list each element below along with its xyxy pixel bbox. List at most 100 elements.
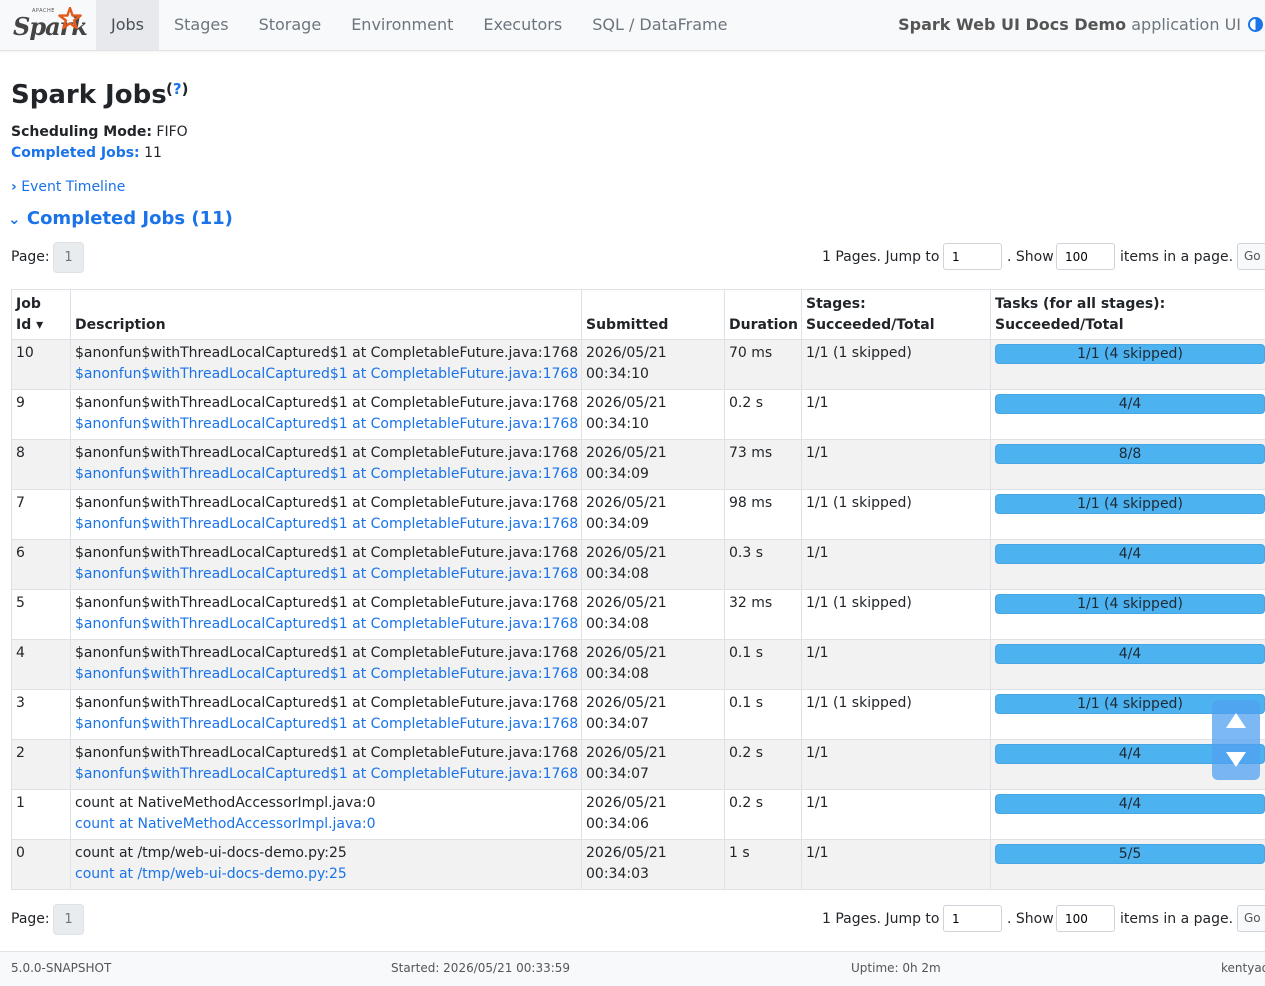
spark-logo[interactable]: APACHE Spark [12, 6, 84, 44]
completed-jobs-link[interactable]: Completed Jobs: [11, 145, 140, 161]
app-suffix: application UI [1126, 15, 1241, 34]
task-progress-bar: 4/4 [995, 394, 1265, 414]
submitted-date: 2026/05/21 [586, 643, 720, 664]
page-size-input[interactable] [1056, 905, 1115, 932]
submitted-cell: 2026/05/2100:34:08 [582, 590, 725, 640]
page-size-input[interactable] [1056, 243, 1115, 270]
event-timeline-toggle[interactable]: › Event Timeline [11, 179, 125, 195]
job-detail-link[interactable]: $anonfun$withThreadLocalCaptured$1 at Co… [75, 566, 578, 582]
column-header-duration[interactable]: Duration [725, 290, 802, 340]
job-detail-link[interactable]: count at NativeMethodAccessorImpl.java:0 [75, 816, 376, 832]
stages-cell: 1/1 [802, 790, 991, 840]
items-in-page-label: items in a page. [1120, 249, 1233, 265]
tasks-cell: 1/1 (4 skipped) [991, 340, 1265, 390]
arrow-down-icon [1226, 752, 1246, 767]
tab-sql-dataframe[interactable]: SQL / DataFrame [577, 0, 742, 50]
stages-cell: 1/1 [802, 640, 991, 690]
tasks-cell: 4/4 [991, 540, 1265, 590]
task-progress-bar: 5/5 [995, 844, 1265, 864]
job-description: count at NativeMethodAccessorImpl.java:0 [75, 793, 577, 814]
jump-to-page-input[interactable] [943, 243, 1002, 270]
tasks-cell: 1/1 (4 skipped) [991, 490, 1265, 540]
completed-jobs-section-toggle[interactable]: ⌄ Completed Jobs (11) [8, 208, 233, 229]
column-header-stages[interactable]: Stages:Succeeded/Total [802, 290, 991, 340]
description-cell: $anonfun$withThreadLocalCaptured$1 at Co… [71, 690, 582, 740]
submitted-time: 00:34:09 [586, 464, 720, 485]
submitted-date: 2026/05/21 [586, 443, 720, 464]
task-progress-bar: 4/4 [995, 794, 1265, 814]
scheduling-mode-label: Scheduling Mode: [11, 124, 152, 140]
job-detail-link[interactable]: count at /tmp/web-ui-docs-demo.py:25 [75, 866, 347, 882]
submitted-date: 2026/05/21 [586, 793, 720, 814]
help-tooltip[interactable]: (?) [166, 80, 188, 98]
items-in-page-label: items in a page. [1120, 911, 1233, 927]
job-detail-link[interactable]: $anonfun$withThreadLocalCaptured$1 at Co… [75, 766, 578, 782]
task-progress-bar: 1/1 (4 skipped) [995, 344, 1265, 364]
chevron-down-icon: ⌄ [8, 210, 21, 228]
tasks-cell: 4/4 [991, 790, 1265, 840]
submitted-cell: 2026/05/2100:34:07 [582, 740, 725, 790]
job-detail-link[interactable]: $anonfun$withThreadLocalCaptured$1 at Co… [75, 716, 578, 732]
submitted-time: 00:34:10 [586, 414, 720, 435]
column-header-job-id[interactable]: JobId ▾ [12, 290, 71, 340]
submitted-time: 00:34:08 [586, 564, 720, 585]
submitted-cell: 2026/05/2100:34:09 [582, 440, 725, 490]
job-description: $anonfun$withThreadLocalCaptured$1 at Co… [75, 443, 577, 464]
scheduling-mode-value: FIFO [156, 124, 187, 140]
scroll-down-button[interactable] [1212, 740, 1260, 780]
footer-uptime: Uptime: 0h 2m [851, 961, 941, 975]
job-id-cell: 5 [12, 590, 71, 640]
tab-storage[interactable]: Storage [244, 0, 337, 50]
column-header-description[interactable]: Description [71, 290, 582, 340]
go-button[interactable]: Go [1237, 243, 1265, 270]
tasks-cell: 8/8 [991, 440, 1265, 490]
theme-toggle-icon[interactable] [1248, 17, 1263, 32]
help-link[interactable]: ? [173, 80, 182, 98]
submitted-time: 00:34:08 [586, 664, 720, 685]
tab-executors[interactable]: Executors [468, 0, 577, 50]
column-header-tasks[interactable]: Tasks (for all stages):Succeeded/Total [991, 290, 1265, 340]
description-cell: $anonfun$withThreadLocalCaptured$1 at Co… [71, 390, 582, 440]
job-detail-link[interactable]: $anonfun$withThreadLocalCaptured$1 at Co… [75, 466, 578, 482]
job-detail-link[interactable]: $anonfun$withThreadLocalCaptured$1 at Co… [75, 616, 578, 632]
stages-cell: 1/1 (1 skipped) [802, 340, 991, 390]
table-row: 4$anonfun$withThreadLocalCaptured$1 at C… [12, 640, 1265, 690]
tasks-cell: 4/4 [991, 640, 1265, 690]
duration-cell: 0.2 s [725, 740, 802, 790]
show-label: . Show [1007, 249, 1054, 265]
completed-jobs-section-title[interactable]: Completed Jobs (11) [27, 208, 233, 229]
completed-jobs-summary[interactable]: Completed Jobs: 11 [11, 143, 188, 164]
navbar: APACHE Spark Jobs Stages Storage Environ… [0, 0, 1265, 51]
column-header-submitted[interactable]: Submitted [582, 290, 725, 340]
job-detail-link[interactable]: $anonfun$withThreadLocalCaptured$1 at Co… [75, 416, 578, 432]
tasks-cell: 5/5 [991, 840, 1265, 890]
spark-star-icon [58, 7, 82, 31]
duration-cell: 0.2 s [725, 390, 802, 440]
table-row: 3$anonfun$withThreadLocalCaptured$1 at C… [12, 690, 1265, 740]
job-id-cell: 9 [12, 390, 71, 440]
event-timeline-label[interactable]: Event Timeline [21, 179, 125, 195]
page-number-button[interactable]: 1 [53, 242, 84, 273]
page-number-button[interactable]: 1 [53, 904, 84, 935]
job-detail-link[interactable]: $anonfun$withThreadLocalCaptured$1 at Co… [75, 366, 578, 382]
task-progress-bar: 4/4 [995, 644, 1265, 664]
tab-jobs[interactable]: Jobs [96, 0, 159, 50]
submitted-time: 00:34:10 [586, 364, 720, 385]
scroll-up-button[interactable] [1212, 700, 1260, 740]
tab-stages[interactable]: Stages [159, 0, 244, 50]
table-header-row: JobId ▾ Description Submitted Duration S… [12, 290, 1265, 340]
submitted-cell: 2026/05/2100:34:10 [582, 340, 725, 390]
description-cell: count at /tmp/web-ui-docs-demo.py:25coun… [71, 840, 582, 890]
job-detail-link[interactable]: $anonfun$withThreadLocalCaptured$1 at Co… [75, 666, 578, 682]
arrow-up-icon [1226, 713, 1246, 728]
go-button[interactable]: Go [1237, 905, 1265, 932]
task-progress-bar: 4/4 [995, 544, 1265, 564]
description-cell: $anonfun$withThreadLocalCaptured$1 at Co… [71, 740, 582, 790]
tab-environment[interactable]: Environment [336, 0, 468, 50]
footer-user: kentyao [1221, 961, 1265, 975]
table-row: 1count at NativeMethodAccessorImpl.java:… [12, 790, 1265, 840]
page-title: Spark Jobs [11, 80, 167, 110]
job-detail-link[interactable]: $anonfun$withThreadLocalCaptured$1 at Co… [75, 516, 578, 532]
jump-to-page-input[interactable] [943, 905, 1002, 932]
submitted-cell: 2026/05/2100:34:08 [582, 640, 725, 690]
